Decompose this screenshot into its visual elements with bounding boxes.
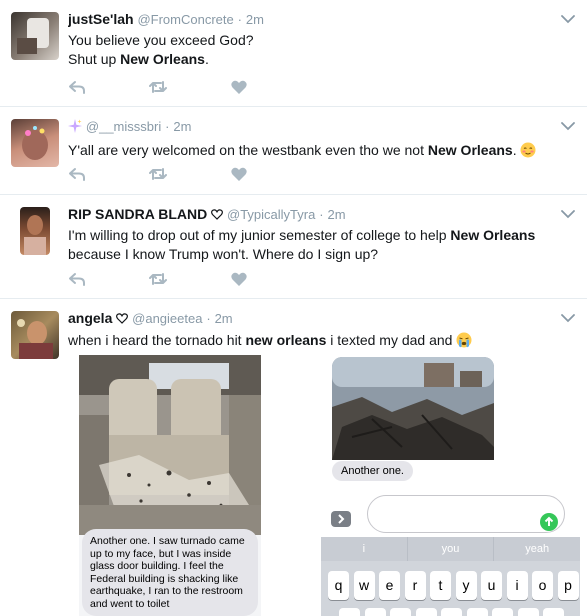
key[interactable] [339, 608, 360, 616]
tweet-text: Y'all are very welcomed on the westbank … [68, 141, 557, 160]
search-term-highlight: New Orleans [427, 142, 513, 158]
tweet-text: You believe you exceed God? Shut up New … [68, 31, 557, 69]
key[interactable]: t [430, 571, 451, 600]
tweet-text-span: Y'all are very welcomed on the westbank … [68, 142, 428, 158]
key[interactable] [492, 608, 513, 616]
key[interactable]: q [328, 571, 349, 600]
separator: · [237, 12, 242, 27]
user-handle[interactable]: @FromConcrete [137, 12, 233, 27]
tweet-text-line: because I know Trump won't. Where do I s… [68, 246, 379, 262]
like-icon[interactable] [230, 79, 248, 95]
key[interactable]: r [404, 571, 426, 600]
key[interactable]: o [532, 571, 553, 600]
crying-emoji-icon [456, 332, 472, 348]
key[interactable]: e [379, 571, 400, 600]
search-term-highlight: New Orleans [120, 51, 205, 67]
suggestion-item[interactable]: i [321, 537, 408, 561]
tweet-text: when i heard the tornado hit new orleans… [68, 331, 557, 350]
timestamp[interactable]: 2m [173, 119, 191, 134]
tweet[interactable]: justSe'lah @FromConcrete · 2m You believ… [0, 0, 587, 107]
avatar[interactable] [11, 311, 59, 359]
display-name[interactable]: angela [68, 310, 112, 326]
key[interactable] [364, 608, 386, 616]
tweet-text-span: . [204, 51, 209, 67]
key[interactable] [517, 608, 539, 616]
timestamp[interactable]: 2m [215, 311, 233, 326]
tweet[interactable]: RIP SANDRA BLAND @TypicallyTyra · 2m I'm… [0, 195, 587, 299]
tweet-photo[interactable]: Another one. I saw turnado came up to my… [79, 355, 261, 616]
heart-outline-icon [211, 209, 224, 220]
message-input[interactable] [367, 495, 565, 533]
retweet-icon[interactable] [149, 271, 167, 287]
tweet-text-span: i texted my dad and [326, 332, 457, 348]
suggestion-item[interactable]: you [408, 537, 495, 561]
user-handle[interactable]: @TypicallyTyra [227, 207, 315, 222]
sparkles-icon [68, 119, 82, 133]
reply-icon[interactable] [68, 166, 86, 182]
tweet-text-span: when i heard the tornado hit [68, 332, 246, 348]
key[interactable] [390, 608, 411, 616]
keyboard-row: q w e r t y u i o p [328, 571, 580, 600]
separator: · [206, 311, 211, 326]
message-bubble: Another one. [332, 461, 413, 481]
chevron-down-icon[interactable] [561, 209, 575, 219]
like-icon[interactable] [230, 271, 248, 287]
key[interactable] [415, 608, 437, 616]
message-bubble: Another one. I saw turnado came up to my… [82, 529, 258, 616]
heart-outline-icon [116, 313, 129, 324]
search-term-highlight: New Orleans [450, 227, 536, 243]
key[interactable]: p [557, 571, 579, 600]
timestamp[interactable]: 2m [246, 12, 264, 27]
display-name[interactable]: RIP SANDRA BLAND [68, 206, 207, 222]
tweet-text: I'm willing to drop out of my junior sem… [68, 226, 557, 264]
avatar[interactable] [20, 207, 50, 255]
tweet-header: justSe'lah @FromConcrete · 2m [68, 10, 557, 29]
reply-icon[interactable] [68, 79, 86, 95]
chevron-down-icon[interactable] [561, 14, 575, 24]
like-icon[interactable] [230, 166, 248, 182]
tweet-text-line: You believe you exceed God? [68, 32, 254, 48]
separator: · [165, 119, 170, 134]
key[interactable]: u [481, 571, 502, 600]
avatar[interactable] [11, 12, 59, 60]
tweet[interactable]: @__misssbri · 2m Y'all are very welcomed… [0, 107, 587, 195]
key[interactable] [543, 608, 564, 616]
key[interactable] [441, 608, 462, 616]
key[interactable]: i [506, 571, 528, 600]
suggestion-item[interactable]: yeah [494, 537, 580, 561]
retweet-icon[interactable] [149, 79, 167, 95]
chevron-down-icon[interactable] [561, 313, 575, 323]
timestamp[interactable]: 2m [327, 207, 345, 222]
search-term-highlight: new orleans [245, 332, 327, 348]
key[interactable]: y [455, 571, 477, 600]
user-handle[interactable]: @angieetea [132, 311, 202, 326]
reply-icon[interactable] [68, 271, 86, 287]
display-name[interactable]: justSe'lah [68, 11, 134, 27]
tweet-text-span: . [512, 142, 521, 158]
key[interactable]: w [353, 571, 375, 600]
tweet-text-span: Shut up [68, 51, 121, 67]
chevron-down-icon[interactable] [561, 121, 575, 131]
separator: · [319, 207, 324, 222]
tweet-timeline: justSe'lah @FromConcrete · 2m You believ… [0, 0, 587, 616]
send-arrow-icon[interactable] [540, 513, 558, 531]
keyboard-row [339, 608, 569, 616]
tweet-header: RIP SANDRA BLAND @TypicallyTyra · 2m [68, 205, 557, 224]
keyboard-suggestions: i you yeah [321, 537, 580, 561]
tweet-text-span: I'm willing to drop out of my junior sem… [68, 227, 451, 243]
tweet-photo[interactable]: Another one. i you yeah q w e r t y u i … [321, 355, 580, 616]
user-handle[interactable]: @__misssbri [86, 119, 161, 134]
avatar[interactable] [11, 119, 59, 167]
on-screen-keyboard: i you yeah q w e r t y u i o p [321, 537, 580, 616]
tweet-header: @__misssbri · 2m [68, 117, 557, 136]
tweet-header: angela @angieetea · 2m [68, 309, 557, 328]
storm-damage-image [332, 357, 494, 460]
retweet-icon[interactable] [149, 166, 167, 182]
expand-icon[interactable] [331, 511, 351, 527]
message-input-area [331, 495, 567, 533]
blush-emoji-icon [520, 142, 536, 158]
key[interactable] [466, 608, 488, 616]
